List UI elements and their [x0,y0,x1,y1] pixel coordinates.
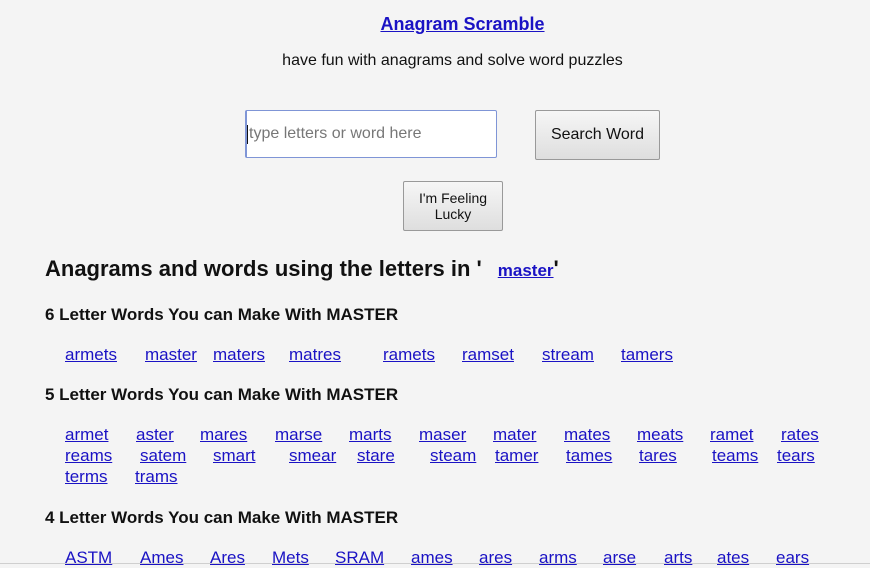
word-link[interactable]: terms [65,466,108,487]
word-link[interactable]: rates [781,424,819,445]
word-link[interactable]: marts [349,424,392,445]
word-link[interactable]: ramset [462,344,514,365]
word-link[interactable]: master [145,344,197,365]
search-word-button[interactable]: Search Word [535,110,660,160]
site-title-link[interactable]: Anagram Scramble [380,14,544,34]
word-link[interactable]: aster [136,424,174,445]
section-heading-6-letter: 6 Letter Words You can Make With MASTER [45,305,399,324]
word-link[interactable]: teams [712,445,758,466]
word-link[interactable]: ates [717,547,749,568]
word-link[interactable]: armet [65,424,108,445]
site-title: Anagram Scramble [0,14,870,35]
word-link[interactable]: tames [566,445,612,466]
section-heading-4-letter: 4 Letter Words You can Make With MASTER [45,508,399,527]
word-link[interactable]: mater [493,424,536,445]
word-link[interactable]: tares [639,445,677,466]
word-link[interactable]: satem [140,445,186,466]
word-link[interactable]: tears [777,445,815,466]
word-link[interactable]: mates [564,424,610,445]
query-word-link[interactable]: master [498,261,554,280]
word-link[interactable]: Ames [140,547,183,568]
results-heading-suffix: ' [553,256,559,281]
word-link[interactable]: maser [419,424,466,445]
word-link[interactable]: tamer [495,445,538,466]
word-link[interactable]: steam [430,445,476,466]
word-link[interactable]: armets [65,344,117,365]
word-link[interactable]: arts [664,547,692,568]
tagline: have fun with anagrams and solve word pu… [282,52,623,69]
word-link[interactable]: arse [603,547,636,568]
word-link[interactable]: Mets [272,547,309,568]
feeling-lucky-label-line1: I'm Feeling [418,190,488,206]
word-link[interactable]: ears [776,547,809,568]
feeling-lucky-button[interactable]: I'm Feeling Lucky [403,181,503,231]
word-link[interactable]: smart [213,445,256,466]
feeling-lucky-label-line2: Lucky [434,206,472,222]
word-link[interactable]: meats [637,424,683,445]
results-heading-prefix: Anagrams and words using the letters in … [45,256,482,281]
word-link[interactable]: maters [213,344,265,365]
word-link[interactable]: smear [289,445,336,466]
word-link[interactable]: stream [542,344,594,365]
word-link[interactable]: mares [200,424,247,445]
section-heading-5-letter: 5 Letter Words You can Make With MASTER [45,385,399,404]
search-input[interactable] [245,110,497,158]
word-link[interactable]: arms [539,547,577,568]
word-link[interactable]: marse [275,424,322,445]
word-link[interactable]: reams [65,445,112,466]
word-link[interactable]: ames [411,547,453,568]
word-link[interactable]: tamers [621,344,673,365]
results-heading: Anagrams and words using the letters in … [45,256,559,282]
word-link[interactable]: SRAM [335,547,384,568]
word-link[interactable]: matres [289,344,341,365]
word-link[interactable]: ramets [383,344,435,365]
word-link[interactable]: ramet [710,424,753,445]
word-link[interactable]: ares [479,547,512,568]
word-link[interactable]: stare [357,445,395,466]
word-link[interactable]: trams [135,466,178,487]
word-link[interactable]: ASTM [65,547,112,568]
text-caret [247,125,248,144]
word-link[interactable]: Ares [210,547,245,568]
